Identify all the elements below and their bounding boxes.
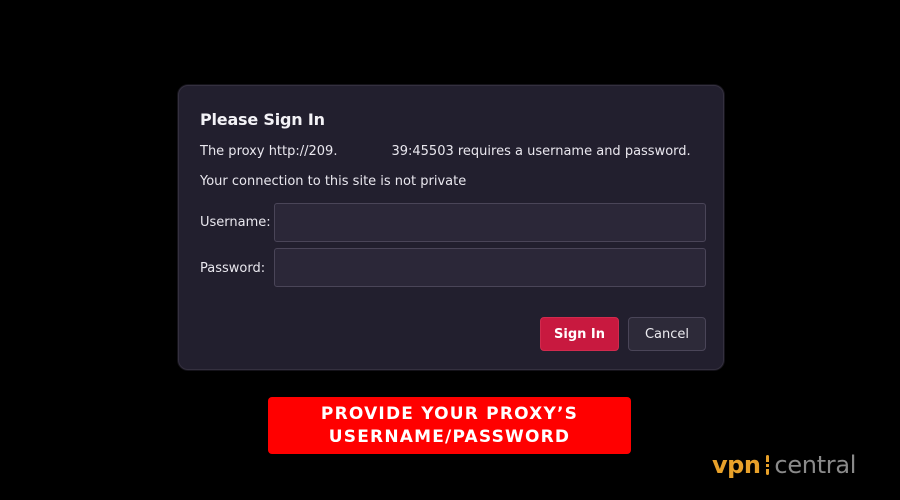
instruction-banner: PROVIDE YOUR PROXY’S USERNAME/PASSWORD [268,397,631,454]
signal-bar-icon [763,454,773,476]
dialog-title: Please Sign In [200,110,325,129]
sign-in-dialog: Please Sign In The proxy http://209. 39:4… [178,85,724,370]
banner-line-1: PROVIDE YOUR PROXY’S [320,403,579,424]
username-field[interactable] [274,203,706,242]
proxy-auth-message: The proxy http://209. 39:45503 requires a… [200,143,691,159]
proxy-message-suffix: 39:45503 requires a username and passwor… [391,144,691,159]
banner-line-2: USERNAME/PASSWORD [328,426,571,447]
redacted-ip-block [337,143,392,157]
screenshot-stage: Please Sign In The proxy http://209. 39:4… [0,0,900,500]
proxy-message-prefix: The proxy http://209. [200,144,338,159]
vpncentral-logo: vpn central [712,451,856,479]
password-field[interactable] [274,248,706,287]
password-label: Password: [200,261,266,276]
cancel-button[interactable]: Cancel [628,317,706,351]
logo-vpn-text: vpn [712,451,761,479]
sign-in-button[interactable]: Sign In [540,317,619,351]
privacy-notice: Your connection to this site is not priv… [200,174,467,189]
username-label: Username: [200,215,271,230]
logo-central-text: central [774,451,857,479]
